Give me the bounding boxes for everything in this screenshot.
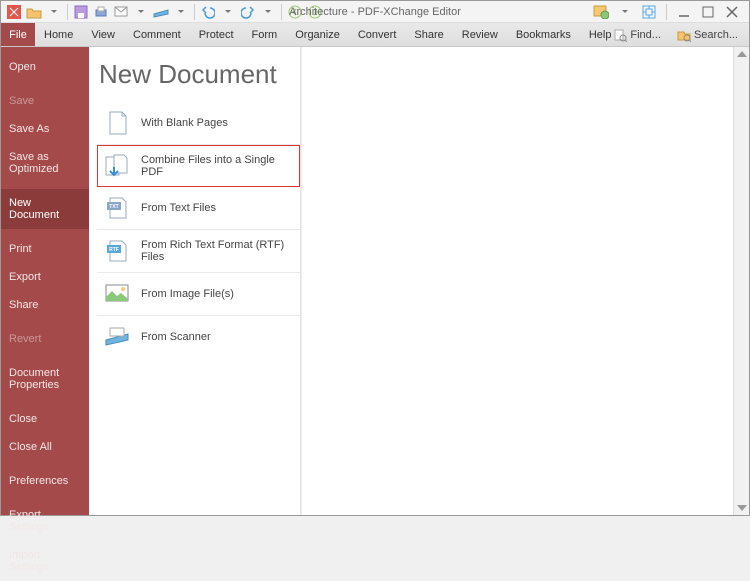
close-button[interactable] [723, 3, 741, 21]
rtf-file-icon: RTF [103, 238, 133, 264]
sidebar-export-settings[interactable]: Export Settings [1, 501, 89, 541]
find-icon [613, 28, 627, 42]
sidebar-close-all[interactable]: Close All [1, 433, 89, 461]
menu-home[interactable]: Home [35, 23, 82, 46]
option-from-scanner[interactable]: From Scanner [97, 316, 300, 358]
maximize-button[interactable] [699, 3, 717, 21]
menu-comment[interactable]: Comment [124, 23, 190, 46]
sidebar-document-properties[interactable]: Document Properties [1, 359, 89, 399]
ui-layout-icon[interactable] [640, 3, 658, 21]
panel-title: New Document [97, 55, 300, 102]
quick-access-toolbar [1, 3, 324, 21]
menu-share[interactable]: Share [405, 23, 452, 46]
content-area: New Document With Blank Pages Combine Fi… [89, 47, 749, 515]
txt-file-icon: TXT [103, 195, 133, 221]
title-bar: Architecture - PDF-XChange Editor [1, 1, 749, 23]
option-combine-files[interactable]: Combine Files into a Single PDF [97, 145, 300, 187]
search-label: Search... [694, 29, 738, 41]
sidebar-open[interactable]: Open [1, 53, 89, 81]
menu-review[interactable]: Review [453, 23, 507, 46]
menu-organize[interactable]: Organize [286, 23, 349, 46]
scanner-icon [103, 324, 133, 350]
sidebar-save-optimized[interactable]: Save as Optimized [1, 143, 89, 183]
dropdown-icon[interactable] [45, 3, 63, 21]
svg-text:RTF: RTF [109, 247, 119, 253]
blank-page-icon [103, 110, 133, 136]
sidebar-close[interactable]: Close [1, 405, 89, 433]
dropdown-icon[interactable] [616, 3, 634, 21]
sidebar-new-document[interactable]: New Document [1, 189, 89, 229]
option-label: From Scanner [141, 331, 211, 343]
sidebar-print[interactable]: Print [1, 235, 89, 263]
option-label: From Rich Text Format (RTF) Files [141, 239, 294, 263]
option-label: From Text Files [141, 202, 216, 214]
mail-icon[interactable] [112, 3, 130, 21]
combine-files-icon [103, 153, 133, 179]
menu-bar: File Home View Comment Protect Form Orga… [1, 23, 749, 47]
menu-form[interactable]: Form [243, 23, 287, 46]
sidebar-preferences[interactable]: Preferences [1, 467, 89, 495]
menu-convert[interactable]: Convert [349, 23, 406, 46]
open-folder-icon[interactable] [25, 3, 43, 21]
option-label: With Blank Pages [141, 117, 228, 129]
options-icon[interactable] [592, 3, 610, 21]
main-area: Open Save Save As Save as Optimized New … [1, 47, 749, 515]
option-label: Combine Files into a Single PDF [141, 154, 294, 178]
app-icon [5, 3, 23, 21]
option-from-text[interactable]: TXT From Text Files [97, 187, 300, 230]
undo-icon[interactable] [199, 3, 217, 21]
option-from-rtf[interactable]: RTF From Rich Text Format (RTF) Files [97, 230, 300, 273]
file-menu-button[interactable]: File [1, 23, 35, 46]
sidebar-export[interactable]: Export [1, 263, 89, 291]
window-title: Architecture - PDF-XChange Editor [289, 6, 461, 18]
option-from-image[interactable]: From Image File(s) [97, 273, 300, 316]
print-icon[interactable] [92, 3, 110, 21]
dropdown-icon[interactable] [172, 3, 190, 21]
dropdown-icon[interactable] [132, 3, 150, 21]
scan-icon[interactable] [152, 3, 170, 21]
svg-text:TXT: TXT [109, 204, 118, 210]
sidebar-revert[interactable]: Revert [1, 325, 89, 353]
sidebar-import-settings[interactable]: Import Settings [1, 541, 89, 581]
search-button[interactable]: Search... [670, 25, 745, 45]
vertical-scrollbar[interactable] [733, 47, 749, 515]
menu-bookmarks[interactable]: Bookmarks [507, 23, 580, 46]
menu-protect[interactable]: Protect [190, 23, 243, 46]
option-blank-pages[interactable]: With Blank Pages [97, 102, 300, 145]
image-file-icon [103, 281, 133, 307]
dropdown-icon[interactable] [259, 3, 277, 21]
new-document-panel: New Document With Blank Pages Combine Fi… [89, 47, 301, 515]
minimize-button[interactable] [675, 3, 693, 21]
sidebar-save-as[interactable]: Save As [1, 115, 89, 143]
find-button[interactable]: Find... [606, 25, 668, 45]
window-controls [592, 1, 749, 22]
option-label: From Image File(s) [141, 288, 234, 300]
redo-icon[interactable] [239, 3, 257, 21]
find-label: Find... [630, 29, 661, 41]
menu-view[interactable]: View [82, 23, 124, 46]
dropdown-icon[interactable] [219, 3, 237, 21]
backstage-sidebar: Open Save Save As Save as Optimized New … [1, 47, 89, 515]
search-icon [677, 28, 691, 42]
sidebar-share[interactable]: Share [1, 291, 89, 319]
sidebar-save[interactable]: Save [1, 87, 89, 115]
preview-area [301, 47, 749, 515]
save-icon[interactable] [72, 3, 90, 21]
